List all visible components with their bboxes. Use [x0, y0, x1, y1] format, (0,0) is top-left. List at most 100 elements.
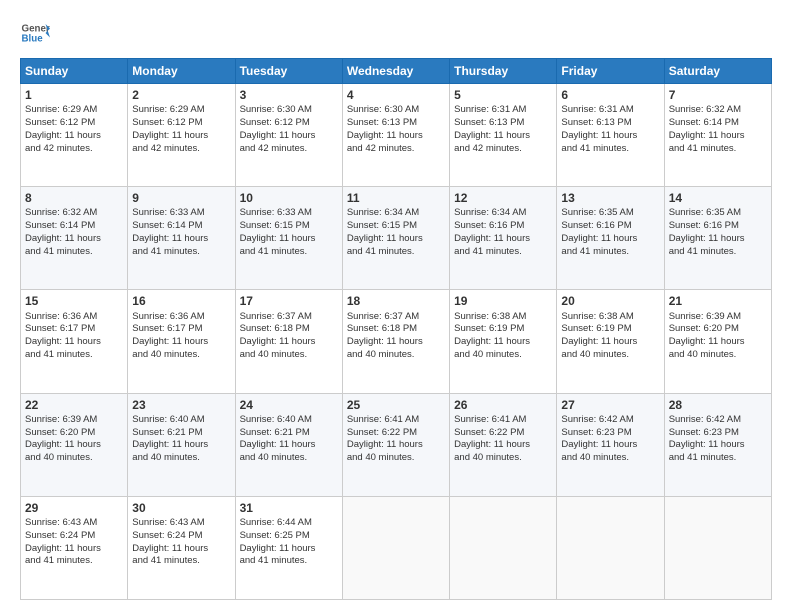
- day-info-line: Sunset: 6:16 PM: [454, 220, 552, 233]
- calendar-body: 1Sunrise: 6:29 AMSunset: 6:12 PMDaylight…: [21, 84, 772, 600]
- day-info-line: Sunset: 6:15 PM: [347, 220, 445, 233]
- day-info-line: Sunset: 6:15 PM: [240, 220, 338, 233]
- day-info-line: Sunset: 6:20 PM: [25, 427, 123, 440]
- calendar-cell: 21Sunrise: 6:39 AMSunset: 6:20 PMDayligh…: [664, 290, 771, 393]
- day-info-line: and 40 minutes.: [132, 349, 230, 362]
- logo: General Blue: [20, 18, 50, 48]
- calendar-header-cell: Saturday: [664, 59, 771, 84]
- day-number: 28: [669, 397, 767, 413]
- calendar-cell: 18Sunrise: 6:37 AMSunset: 6:18 PMDayligh…: [342, 290, 449, 393]
- calendar-week-row: 8Sunrise: 6:32 AMSunset: 6:14 PMDaylight…: [21, 187, 772, 290]
- day-info-line: and 42 minutes.: [240, 143, 338, 156]
- day-info-line: Sunrise: 6:29 AM: [132, 104, 230, 117]
- day-info-line: Daylight: 11 hours: [132, 543, 230, 556]
- day-info-line: Sunset: 6:25 PM: [240, 530, 338, 543]
- calendar-header-cell: Tuesday: [235, 59, 342, 84]
- day-number: 31: [240, 500, 338, 516]
- day-info-line: and 40 minutes.: [132, 452, 230, 465]
- day-number: 18: [347, 293, 445, 309]
- calendar-cell: 19 Sunrise: 6:38 AMSunset: 6:19 PMDayligh…: [450, 290, 557, 393]
- day-number: 10: [240, 190, 338, 206]
- calendar-cell: 27Sunrise: 6:42 AMSunset: 6:23 PMDayligh…: [557, 393, 664, 496]
- calendar-table: SundayMondayTuesdayWednesdayThursdayFrid…: [20, 58, 772, 600]
- day-info-line: and 41 minutes.: [132, 246, 230, 259]
- calendar-header-row: SundayMondayTuesdayWednesdayThursdayFrid…: [21, 59, 772, 84]
- day-info-line: Sunrise: 6:31 AM: [454, 104, 552, 117]
- day-info-line: Daylight: 11 hours: [561, 130, 659, 143]
- day-info-line: Sunrise: 6:44 AM: [240, 517, 338, 530]
- day-info-line: Daylight: 11 hours: [240, 543, 338, 556]
- day-info-line: Daylight: 11 hours: [454, 439, 552, 452]
- day-info-line: Daylight: 11 hours: [347, 130, 445, 143]
- day-number: 12: [454, 190, 552, 206]
- calendar-cell: 16Sunrise: 6:36 AMSunset: 6:17 PMDayligh…: [128, 290, 235, 393]
- day-info-line: Sunrise: 6:41 AM: [347, 414, 445, 427]
- day-info-line: and 41 minutes.: [454, 246, 552, 259]
- svg-text:Blue: Blue: [22, 33, 44, 44]
- day-info-line: Sunset: 6:16 PM: [669, 220, 767, 233]
- calendar-cell: 28Sunrise: 6:42 AMSunset: 6:23 PMDayligh…: [664, 393, 771, 496]
- day-info-line: and 40 minutes.: [561, 349, 659, 362]
- calendar-cell: 3Sunrise: 6:30 AMSunset: 6:12 PMDaylight…: [235, 84, 342, 187]
- day-info-line: Sunrise: 6:39 AM: [25, 414, 123, 427]
- calendar-cell: 17Sunrise: 6:37 AMSunset: 6:18 PMDayligh…: [235, 290, 342, 393]
- day-info-line: Sunrise: 6:42 AM: [669, 414, 767, 427]
- calendar-week-row: 1Sunrise: 6:29 AMSunset: 6:12 PMDaylight…: [21, 84, 772, 187]
- calendar-cell: [450, 496, 557, 599]
- day-info-line: Daylight: 11 hours: [561, 336, 659, 349]
- calendar-header-cell: Thursday: [450, 59, 557, 84]
- day-info-line: Daylight: 11 hours: [561, 233, 659, 246]
- calendar-cell: 31Sunrise: 6:44 AMSunset: 6:25 PMDayligh…: [235, 496, 342, 599]
- day-info-line: and 42 minutes.: [25, 143, 123, 156]
- day-number: 2: [132, 87, 230, 103]
- calendar-header-cell: Friday: [557, 59, 664, 84]
- day-info-line: and 40 minutes.: [454, 349, 552, 362]
- day-number: 22: [25, 397, 123, 413]
- day-info-line: Sunrise: 6:37 AM: [347, 311, 445, 324]
- day-number: 21: [669, 293, 767, 309]
- day-number: 4: [347, 87, 445, 103]
- day-info-line: and 41 minutes.: [347, 246, 445, 259]
- day-info-line: and 41 minutes.: [240, 555, 338, 568]
- day-info-line: and 41 minutes.: [669, 246, 767, 259]
- day-info-line: Sunrise: 6:38 AM: [454, 311, 552, 324]
- calendar-cell: 13Sunrise: 6:35 AMSunset: 6:16 PMDayligh…: [557, 187, 664, 290]
- day-info-line: Sunset: 6:13 PM: [454, 117, 552, 130]
- day-info-line: Sunrise: 6:36 AM: [132, 311, 230, 324]
- day-info-line: Sunrise: 6:41 AM: [454, 414, 552, 427]
- day-number: 27: [561, 397, 659, 413]
- day-info-line: Daylight: 11 hours: [132, 233, 230, 246]
- day-info-line: and 42 minutes.: [454, 143, 552, 156]
- day-info-line: Sunrise: 6:30 AM: [347, 104, 445, 117]
- day-info-line: Sunrise: 6:32 AM: [25, 207, 123, 220]
- day-info-line: Sunset: 6:19 PM: [454, 323, 552, 336]
- day-info-line: Daylight: 11 hours: [454, 336, 552, 349]
- calendar-cell: 25Sunrise: 6:41 AMSunset: 6:22 PMDayligh…: [342, 393, 449, 496]
- day-number: 11: [347, 190, 445, 206]
- day-info-line: Sunset: 6:13 PM: [561, 117, 659, 130]
- day-info-line: Sunrise: 6:34 AM: [347, 207, 445, 220]
- day-info-line: and 41 minutes.: [25, 246, 123, 259]
- day-info-line: and 42 minutes.: [347, 143, 445, 156]
- day-number: 13: [561, 190, 659, 206]
- day-info-line: Daylight: 11 hours: [132, 439, 230, 452]
- calendar-cell: 5Sunrise: 6:31 AMSunset: 6:13 PMDaylight…: [450, 84, 557, 187]
- day-info-line: Sunset: 6:17 PM: [132, 323, 230, 336]
- calendar-cell: [557, 496, 664, 599]
- day-info-line: Daylight: 11 hours: [132, 130, 230, 143]
- day-info-line: and 40 minutes.: [240, 452, 338, 465]
- day-number: 15: [25, 293, 123, 309]
- day-info-line: Sunset: 6:12 PM: [25, 117, 123, 130]
- day-number: 3: [240, 87, 338, 103]
- day-info-line: Sunset: 6:12 PM: [132, 117, 230, 130]
- calendar-cell: [664, 496, 771, 599]
- day-info-line: Daylight: 11 hours: [454, 233, 552, 246]
- calendar-cell: 6Sunrise: 6:31 AMSunset: 6:13 PMDaylight…: [557, 84, 664, 187]
- day-number: 1: [25, 87, 123, 103]
- day-info-line: Sunset: 6:24 PM: [25, 530, 123, 543]
- day-info-line: and 40 minutes.: [347, 349, 445, 362]
- day-info-line: Sunrise: 6:38 AM: [561, 311, 659, 324]
- calendar-cell: 12Sunrise: 6:34 AMSunset: 6:16 PMDayligh…: [450, 187, 557, 290]
- calendar-cell: 9Sunrise: 6:33 AMSunset: 6:14 PMDaylight…: [128, 187, 235, 290]
- day-number: 19: [454, 293, 552, 309]
